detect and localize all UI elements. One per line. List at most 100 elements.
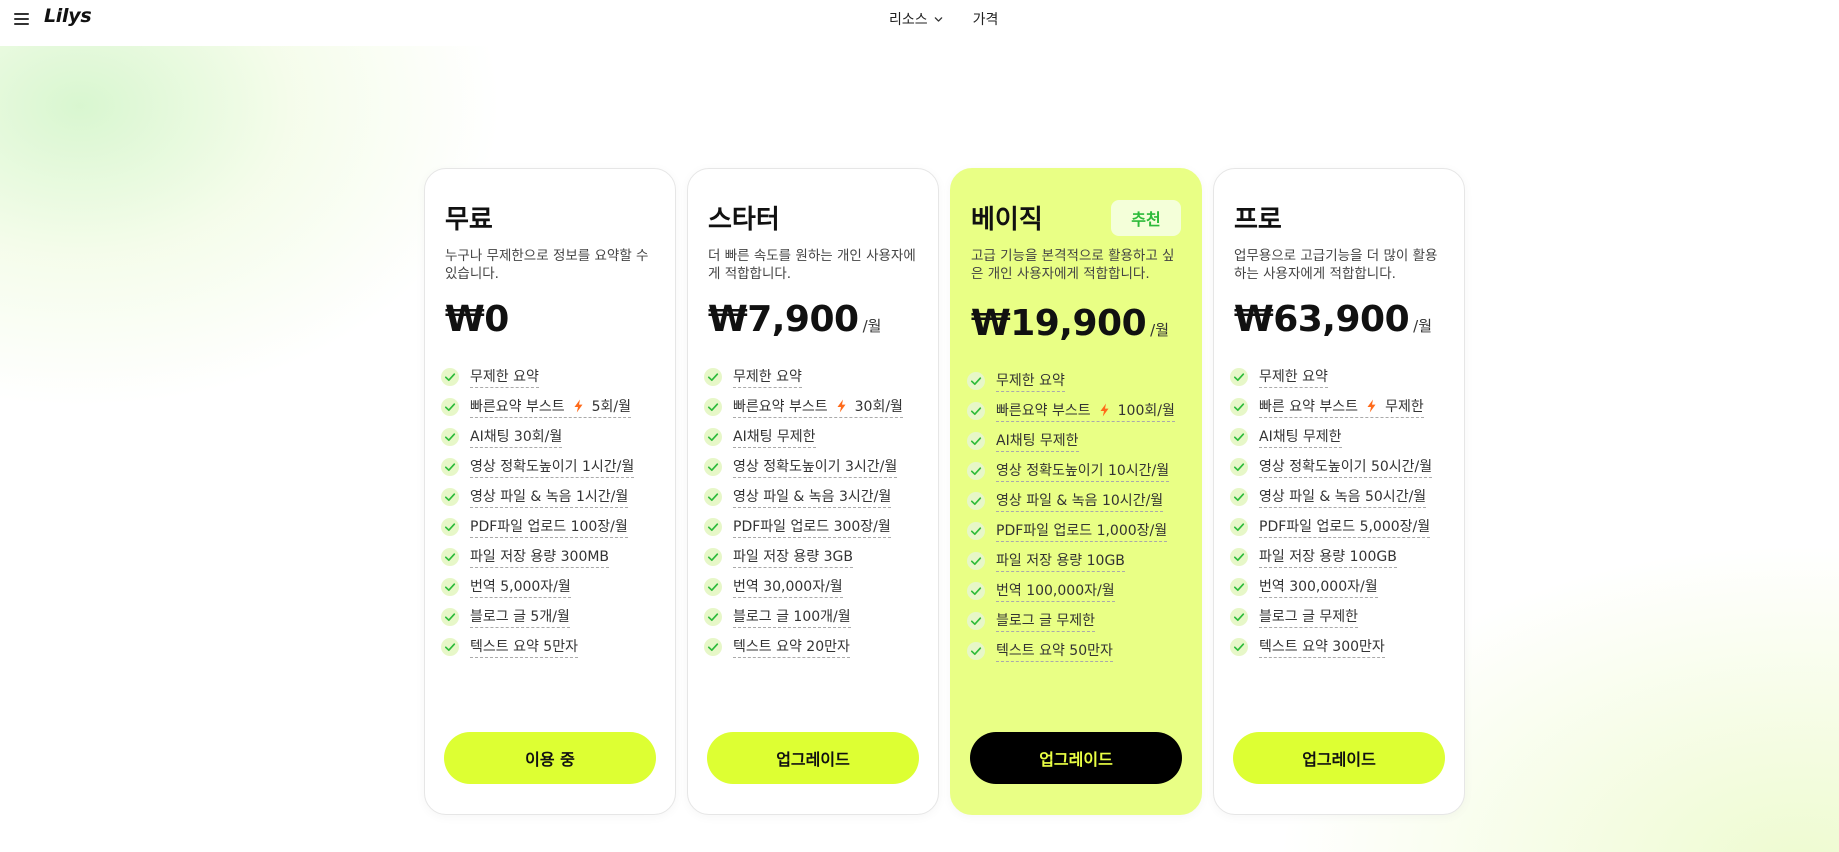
feature-item: 파일 저장 용량 10GB <box>967 546 1191 576</box>
feature-text: PDF파일 업로드 100장/월 <box>470 519 628 535</box>
feature-label[interactable]: AI채팅 무제한 <box>733 426 816 448</box>
feature-quota: 무제한 <box>1385 399 1424 415</box>
feature-label[interactable]: AI채팅 30회/월 <box>470 426 563 448</box>
feature-item: 빠른 요약 부스트 무제한 <box>1230 392 1454 422</box>
check-icon <box>1230 608 1248 626</box>
logo[interactable]: Lilys <box>44 5 92 27</box>
feature-label[interactable]: 영상 정확도높이기 3시간/월 <box>733 456 898 478</box>
feature-label[interactable]: 영상 정확도높이기 1시간/월 <box>470 456 635 478</box>
feature-text: 파일 저장 용량 3GB <box>733 549 853 565</box>
feature-item: 영상 정확도높이기 10시간/월 <box>967 456 1191 486</box>
feature-label[interactable]: 영상 파일 & 녹음 3시간/월 <box>733 486 892 508</box>
price-row: ₩19,900/월 <box>971 303 1169 344</box>
hamburger-menu-icon[interactable] <box>14 11 30 27</box>
feature-label[interactable]: AI채팅 무제한 <box>996 430 1079 452</box>
feature-label[interactable]: PDF파일 업로드 100장/월 <box>470 516 628 538</box>
check-icon <box>704 488 722 506</box>
check-icon <box>441 398 459 416</box>
price-period: /월 <box>1413 317 1432 335</box>
feature-item: 블로그 글 무제한 <box>967 606 1191 636</box>
feature-label[interactable]: 번역 30,000자/월 <box>733 576 843 598</box>
feature-text: PDF파일 업로드 300장/월 <box>733 519 891 535</box>
check-icon <box>441 458 459 476</box>
feature-text: 파일 저장 용량 10GB <box>996 553 1125 569</box>
check-icon <box>967 402 985 420</box>
recommended-badge: 추천 <box>1111 200 1181 236</box>
feature-item: 무제한 요약 <box>441 362 665 392</box>
feature-label[interactable]: 텍스트 요약 50만자 <box>996 640 1113 662</box>
nav-link-pricing[interactable]: 가격 <box>973 9 999 29</box>
feature-item: 영상 파일 & 녹음 10시간/월 <box>967 486 1191 516</box>
feature-text: 블로그 글 100개/월 <box>733 609 851 625</box>
check-icon <box>441 578 459 596</box>
plan-card-starter: 스타터 더 빠른 속도를 원하는 개인 사용자에게 적합합니다. ₩7,900/월… <box>687 168 939 815</box>
feature-text: PDF파일 업로드 1,000장/월 <box>996 523 1168 539</box>
feature-label[interactable]: AI채팅 무제한 <box>1259 426 1342 448</box>
feature-label[interactable]: 파일 저장 용량 300MB <box>470 546 610 568</box>
check-icon <box>441 638 459 656</box>
feature-label[interactable]: 텍스트 요약 300만자 <box>1259 636 1385 658</box>
feature-label[interactable]: 파일 저장 용량 100GB <box>1259 546 1397 568</box>
feature-label[interactable]: 영상 파일 & 녹음 10시간/월 <box>996 490 1164 512</box>
feature-label[interactable]: 빠른요약 부스트 5회/월 <box>470 396 632 418</box>
feature-label[interactable]: 블로그 글 100개/월 <box>733 606 851 628</box>
feature-label[interactable]: 빠른요약 부스트 30회/월 <box>733 396 903 418</box>
check-icon <box>1230 638 1248 656</box>
feature-label[interactable]: 영상 파일 & 녹음 50시간/월 <box>1259 486 1427 508</box>
check-icon <box>704 428 722 446</box>
feature-text: 영상 정확도높이기 10시간/월 <box>996 463 1170 479</box>
feature-label[interactable]: 파일 저장 용량 10GB <box>996 550 1125 572</box>
feature-label[interactable]: 블로그 글 무제한 <box>1259 606 1359 628</box>
feature-item: 번역 30,000자/월 <box>704 572 928 602</box>
feature-text: 무제한 요약 <box>996 373 1065 389</box>
feature-label[interactable]: 무제한 요약 <box>733 366 802 388</box>
feature-text: 영상 파일 & 녹음 50시간/월 <box>1259 489 1427 505</box>
upgrade-button[interactable]: 업그레이드 <box>707 732 919 784</box>
upgrade-button[interactable]: 업그레이드 <box>1233 732 1445 784</box>
feature-label[interactable]: 영상 파일 & 녹음 1시간/월 <box>470 486 629 508</box>
nav-link-resources[interactable]: 리소스 <box>889 9 943 29</box>
feature-item: PDF파일 업로드 100장/월 <box>441 512 665 542</box>
feature-label[interactable]: PDF파일 업로드 300장/월 <box>733 516 891 538</box>
feature-label[interactable]: 번역 5,000자/월 <box>470 576 571 598</box>
feature-label[interactable]: 영상 정확도높이기 50시간/월 <box>1259 456 1433 478</box>
feature-item: 번역 100,000자/월 <box>967 576 1191 606</box>
feature-label[interactable]: PDF파일 업로드 5,000장/월 <box>1259 516 1431 538</box>
feature-text: 빠른요약 부스트 <box>733 399 828 415</box>
feature-quota: 100회/월 <box>1117 403 1175 419</box>
feature-text: 빠른요약 부스트 <box>996 403 1091 419</box>
feature-text: 영상 파일 & 녹음 1시간/월 <box>470 489 629 505</box>
feature-item: 텍스트 요약 50만자 <box>967 636 1191 666</box>
feature-label[interactable]: 파일 저장 용량 3GB <box>733 546 853 568</box>
feature-text: 블로그 글 무제한 <box>1259 609 1359 625</box>
lightning-icon <box>574 399 583 413</box>
plan-name: 베이직 <box>971 205 1043 235</box>
feature-label[interactable]: 영상 정확도높이기 10시간/월 <box>996 460 1170 482</box>
feature-item: 영상 파일 & 녹음 50시간/월 <box>1230 482 1454 512</box>
nav-link-label: 리소스 <box>889 12 928 28</box>
chevron-down-icon <box>934 16 942 22</box>
feature-label[interactable]: 무제한 요약 <box>1259 366 1328 388</box>
feature-item: 무제한 요약 <box>704 362 928 392</box>
feature-text: 무제한 요약 <box>733 369 802 385</box>
feature-label[interactable]: 블로그 글 5개/월 <box>470 606 570 628</box>
feature-label[interactable]: 빠른요약 부스트 100회/월 <box>996 400 1175 422</box>
plan-price: ₩19,900 <box>971 303 1147 344</box>
price-row: ₩0 <box>445 299 509 340</box>
feature-label[interactable]: 텍스트 요약 5만자 <box>470 636 578 658</box>
current-plan-button[interactable]: 이용 중 <box>444 732 656 784</box>
feature-label[interactable]: 텍스트 요약 20만자 <box>733 636 850 658</box>
check-icon <box>1230 368 1248 386</box>
feature-label[interactable]: 무제한 요약 <box>470 366 539 388</box>
feature-text: 번역 300,000자/월 <box>1259 579 1378 595</box>
feature-list: 무제한 요약 빠른요약 부스트 30회/월 AI채팅 무제한 영상 정확도높이기… <box>704 362 928 662</box>
feature-text: AI채팅 무제한 <box>1259 429 1342 445</box>
upgrade-button[interactable]: 업그레이드 <box>970 732 1182 784</box>
feature-label[interactable]: 블로그 글 무제한 <box>996 610 1096 632</box>
feature-label[interactable]: PDF파일 업로드 1,000장/월 <box>996 520 1168 542</box>
feature-label[interactable]: 빠른 요약 부스트 무제한 <box>1259 396 1424 418</box>
feature-label[interactable]: 무제한 요약 <box>996 370 1065 392</box>
feature-label[interactable]: 번역 300,000자/월 <box>1259 576 1378 598</box>
feature-text: 영상 파일 & 녹음 3시간/월 <box>733 489 892 505</box>
feature-label[interactable]: 번역 100,000자/월 <box>996 580 1115 602</box>
